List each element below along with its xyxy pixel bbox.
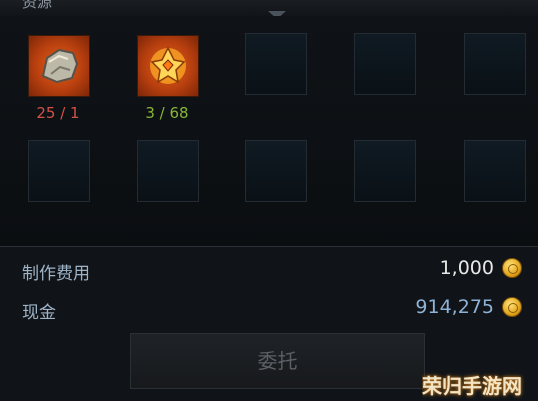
gold-coin-icon <box>502 258 522 278</box>
flame-gem-icon <box>150 46 186 84</box>
resource-header: 资源 <box>0 0 538 19</box>
resource-header-title: 资源 <box>22 0 53 11</box>
material-slot-8[interactable] <box>245 140 307 202</box>
material-2-quantity: 3 / 68 <box>145 104 189 122</box>
gold-coin-icon <box>502 297 522 317</box>
material-1-quantity: 25 / 1 <box>36 104 80 122</box>
material-slot-9[interactable] <box>354 140 416 202</box>
site-watermark: 荣归手游网 <box>422 374 522 398</box>
cash-label: 现金 <box>22 303 56 323</box>
craft-fee-value: 1,000 <box>439 257 494 279</box>
ore-rock-icon <box>41 48 79 84</box>
material-slot-2[interactable] <box>137 35 199 97</box>
material-slot-10[interactable] <box>464 140 526 202</box>
material-slot-5[interactable] <box>464 33 526 95</box>
material-slot-1[interactable] <box>28 35 90 97</box>
material-slot-6[interactable] <box>28 140 90 202</box>
material-slot-4[interactable] <box>354 33 416 95</box>
cash-value: 914,275 <box>415 296 494 318</box>
craft-fee-label: 制作费用 <box>22 264 90 284</box>
material-slot-7[interactable] <box>137 140 199 202</box>
commit-button[interactable]: 委托 <box>130 333 425 389</box>
material-slot-3[interactable] <box>245 33 307 95</box>
